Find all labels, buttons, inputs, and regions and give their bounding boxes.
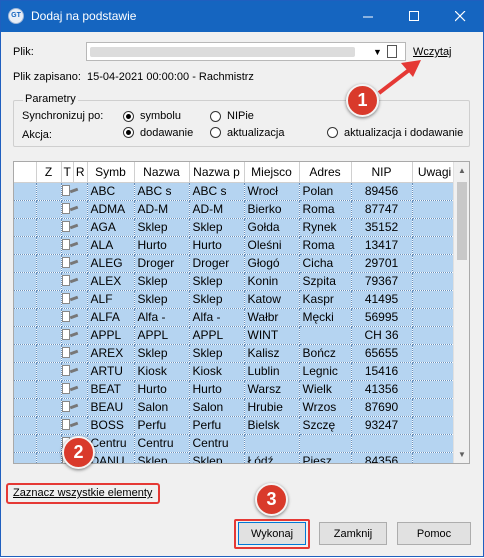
callout-badge-1: 1 [346, 84, 379, 117]
callout-badge-3: 3 [255, 483, 288, 516]
callout-badge-2: 2 [62, 436, 95, 469]
dialog-window: GT Dodaj na podstawie Plik: ▼ Wczytaj Pl… [0, 0, 484, 557]
annotation-arrow [377, 60, 421, 95]
